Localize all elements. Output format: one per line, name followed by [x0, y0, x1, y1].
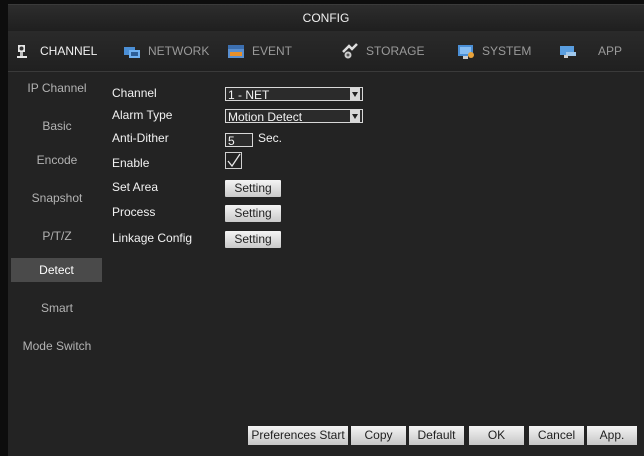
- window-title: CONFIG: [302, 11, 350, 25]
- channel-select[interactable]: 1 - NET: [225, 87, 363, 102]
- tab-channel-label: CHANNEL: [40, 44, 98, 58]
- sidebar-item-snapshot[interactable]: Snapshot: [8, 186, 106, 210]
- sidebar-item-ip-channel[interactable]: IP Channel: [8, 76, 106, 100]
- event-icon: [226, 41, 246, 61]
- tab-storage[interactable]: STORAGE: [340, 31, 424, 71]
- tab-storage-label: STORAGE: [366, 44, 425, 58]
- set-area-label: Set Area: [112, 180, 159, 194]
- enable-label: Enable: [112, 156, 150, 170]
- anti-dither-unit: Sec.: [258, 131, 283, 145]
- sidebar-item-label: Detect: [39, 263, 74, 277]
- sidebar-item-basic[interactable]: Basic: [8, 114, 106, 138]
- ok-button[interactable]: OK: [469, 426, 524, 445]
- network-icon: [122, 41, 142, 61]
- app-icon: [558, 41, 578, 61]
- detect-settings-panel: Channel 1 - NET Alarm Type Motion Detect…: [106, 72, 644, 456]
- sidebar-item-label: Snapshot: [31, 191, 83, 205]
- copy-button[interactable]: Copy: [351, 426, 406, 445]
- linkage-config-label: Linkage Config: [112, 231, 193, 245]
- sidebar-item-label: Encode: [36, 153, 78, 167]
- sidebar-item-encode[interactable]: Encode: [8, 148, 106, 172]
- sidebar-item-ptz[interactable]: P/T/Z: [8, 224, 106, 248]
- alarm-type-select[interactable]: Motion Detect: [225, 109, 363, 124]
- channel-select-value: 1 - NET: [228, 88, 270, 102]
- preferences-start-button[interactable]: Preferences Start: [248, 426, 348, 445]
- system-icon: [456, 41, 476, 61]
- chevron-down-icon: [350, 110, 360, 122]
- sidebar-item-label: P/T/Z: [42, 229, 72, 243]
- process-label: Process: [112, 205, 156, 219]
- sidebar-item-label: Smart: [40, 301, 73, 315]
- sidebar-item-label: IP Channel: [27, 81, 87, 95]
- tab-channel[interactable]: CHANNEL: [14, 31, 97, 71]
- anti-dither-input[interactable]: 5: [225, 133, 253, 148]
- tab-network-label: NETWORK: [148, 44, 210, 58]
- sidebar-item-detect[interactable]: Detect: [11, 258, 102, 282]
- channel-label: Channel: [112, 86, 157, 100]
- tab-network[interactable]: NETWORK: [122, 31, 209, 71]
- main-tab-bar: CHANNEL NETWORK EVENT STORAGE SYSTEM APP: [8, 31, 644, 72]
- sidebar-item-mode-switch[interactable]: Mode Switch: [8, 334, 106, 358]
- tab-system-label: SYSTEM: [482, 44, 532, 58]
- linkage-config-setting-button[interactable]: Setting: [225, 231, 281, 248]
- tab-app[interactable]: APP: [558, 31, 622, 71]
- sidebar: IP Channel Basic Encode Snapshot P/T/Z D…: [8, 72, 106, 456]
- window-title-bar: CONFIG: [8, 4, 644, 31]
- tab-event[interactable]: EVENT: [226, 31, 292, 71]
- storage-icon: [340, 41, 360, 61]
- apply-button[interactable]: App.: [587, 426, 637, 445]
- enable-checkbox[interactable]: [225, 152, 242, 169]
- tab-system[interactable]: SYSTEM: [456, 31, 531, 71]
- sidebar-item-label: Mode Switch: [22, 339, 92, 353]
- default-button[interactable]: Default: [409, 426, 464, 445]
- cancel-button[interactable]: Cancel: [529, 426, 584, 445]
- sidebar-item-smart[interactable]: Smart: [8, 296, 106, 320]
- alarm-type-select-value: Motion Detect: [228, 110, 303, 124]
- sidebar-item-label: Basic: [42, 119, 72, 133]
- tab-event-label: EVENT: [252, 44, 293, 58]
- chevron-down-icon: [350, 88, 360, 100]
- process-setting-button[interactable]: Setting: [225, 205, 281, 222]
- set-area-setting-button[interactable]: Setting: [225, 180, 281, 197]
- channel-icon: [14, 41, 34, 61]
- checkmark-icon: [227, 153, 241, 168]
- anti-dither-label: Anti-Dither: [112, 131, 169, 145]
- alarm-type-label: Alarm Type: [112, 108, 173, 122]
- tab-app-label: APP: [598, 44, 623, 58]
